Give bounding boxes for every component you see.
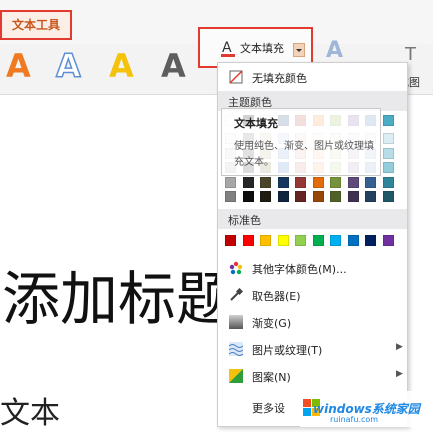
- theme-color-shade-swatch[interactable]: [382, 162, 394, 173]
- slide-body-placeholder[interactable]: 文本: [0, 388, 60, 432]
- standard-color-swatch[interactable]: [242, 235, 254, 246]
- theme-color-shade-swatch[interactable]: [260, 176, 271, 188]
- theme-color-shade-swatch[interactable]: [312, 191, 324, 202]
- theme-color-shade-swatch[interactable]: [365, 176, 376, 188]
- theme-color-shade-swatch[interactable]: [382, 133, 394, 144]
- theme-color-shade-swatch[interactable]: [225, 191, 236, 202]
- slide-title-placeholder[interactable]: 添加标题: [2, 252, 234, 336]
- standard-color-swatch[interactable]: [260, 235, 271, 246]
- watermark-site: ruinafu.com: [330, 415, 379, 424]
- gradient-icon: [229, 315, 243, 329]
- theme-color-shade-swatch[interactable]: [347, 191, 359, 202]
- chevron-down-icon[interactable]: [293, 43, 305, 57]
- no-fill-icon: [229, 70, 243, 84]
- theme-color-shade-swatch[interactable]: [382, 176, 394, 188]
- standard-color-swatch[interactable]: [330, 235, 341, 246]
- text-style-sample-blue-outline[interactable]: A: [55, 46, 81, 86]
- tab-text-tools[interactable]: 文本工具: [0, 10, 72, 40]
- text-style-sample-orange[interactable]: A: [6, 46, 31, 86]
- theme-color-shade-swatch[interactable]: [365, 191, 376, 202]
- theme-color-shade-swatch[interactable]: [330, 176, 341, 188]
- standard-color-swatch[interactable]: [382, 235, 394, 246]
- chevron-right-icon: ▶: [396, 342, 403, 352]
- standard-color-swatch[interactable]: [277, 235, 289, 246]
- theme-color-shade-swatch[interactable]: [260, 191, 271, 202]
- menu-item-eyedropper[interactable]: 取色器(E): [218, 283, 407, 307]
- menu-item-pattern[interactable]: 图案(N) ▶: [218, 364, 407, 388]
- text-outline-icon[interactable]: A: [326, 38, 343, 63]
- text-fill-tooltip: 文本填充 使用纯色、渐变、图片或纹理填充文本。: [221, 108, 381, 176]
- text-fill-icon: A: [221, 40, 235, 57]
- eyedropper-icon: [230, 288, 243, 301]
- text-fill-label: 文本填充: [240, 42, 284, 55]
- standard-color-swatch[interactable]: [225, 235, 236, 246]
- theme-color-shade-swatch[interactable]: [312, 176, 324, 188]
- menu-item-picture-texture[interactable]: 图片或纹理(T) ▶: [218, 337, 407, 361]
- theme-color-shade-swatch[interactable]: [242, 191, 254, 202]
- chevron-right-icon: ▶: [396, 369, 403, 379]
- standard-color-swatch[interactable]: [312, 235, 324, 246]
- standard-color-swatch[interactable]: [295, 235, 306, 246]
- tooltip-title: 文本填充: [234, 117, 278, 130]
- menu-item-more-colors[interactable]: 其他字体颜色(M)...: [218, 256, 407, 280]
- color-palette-icon: [229, 261, 243, 275]
- menu-item-no-fill[interactable]: 无填充颜色: [218, 65, 407, 89]
- theme-color-shade-swatch[interactable]: [330, 191, 341, 202]
- theme-color-shade-swatch[interactable]: [347, 176, 359, 188]
- svg-text:A: A: [222, 40, 232, 56]
- pattern-icon: [229, 369, 243, 383]
- theme-color-shade-swatch[interactable]: [242, 176, 254, 188]
- theme-color-shade-swatch[interactable]: [295, 176, 306, 188]
- texture-icon: [229, 342, 243, 356]
- theme-color-shade-swatch[interactable]: [382, 191, 394, 202]
- theme-color-shade-swatch[interactable]: [382, 147, 394, 159]
- theme-color-shade-swatch[interactable]: [277, 191, 289, 202]
- tooltip-description: 使用纯色、渐变、图片或纹理填充文本。: [234, 141, 374, 168]
- text-style-sample-gray[interactable]: A: [161, 46, 186, 86]
- theme-color-swatch[interactable]: [382, 115, 394, 126]
- theme-color-shade-swatch[interactable]: [225, 176, 236, 188]
- standard-colors-header: 标准色: [218, 209, 407, 229]
- theme-color-shade-swatch[interactable]: [277, 176, 289, 188]
- standard-color-swatch[interactable]: [365, 235, 376, 246]
- theme-color-shade-swatch[interactable]: [295, 191, 306, 202]
- standard-color-swatch[interactable]: [347, 235, 359, 246]
- text-style-sample-yellow[interactable]: A: [109, 46, 134, 86]
- menu-item-gradient[interactable]: 渐变(G): [218, 310, 407, 334]
